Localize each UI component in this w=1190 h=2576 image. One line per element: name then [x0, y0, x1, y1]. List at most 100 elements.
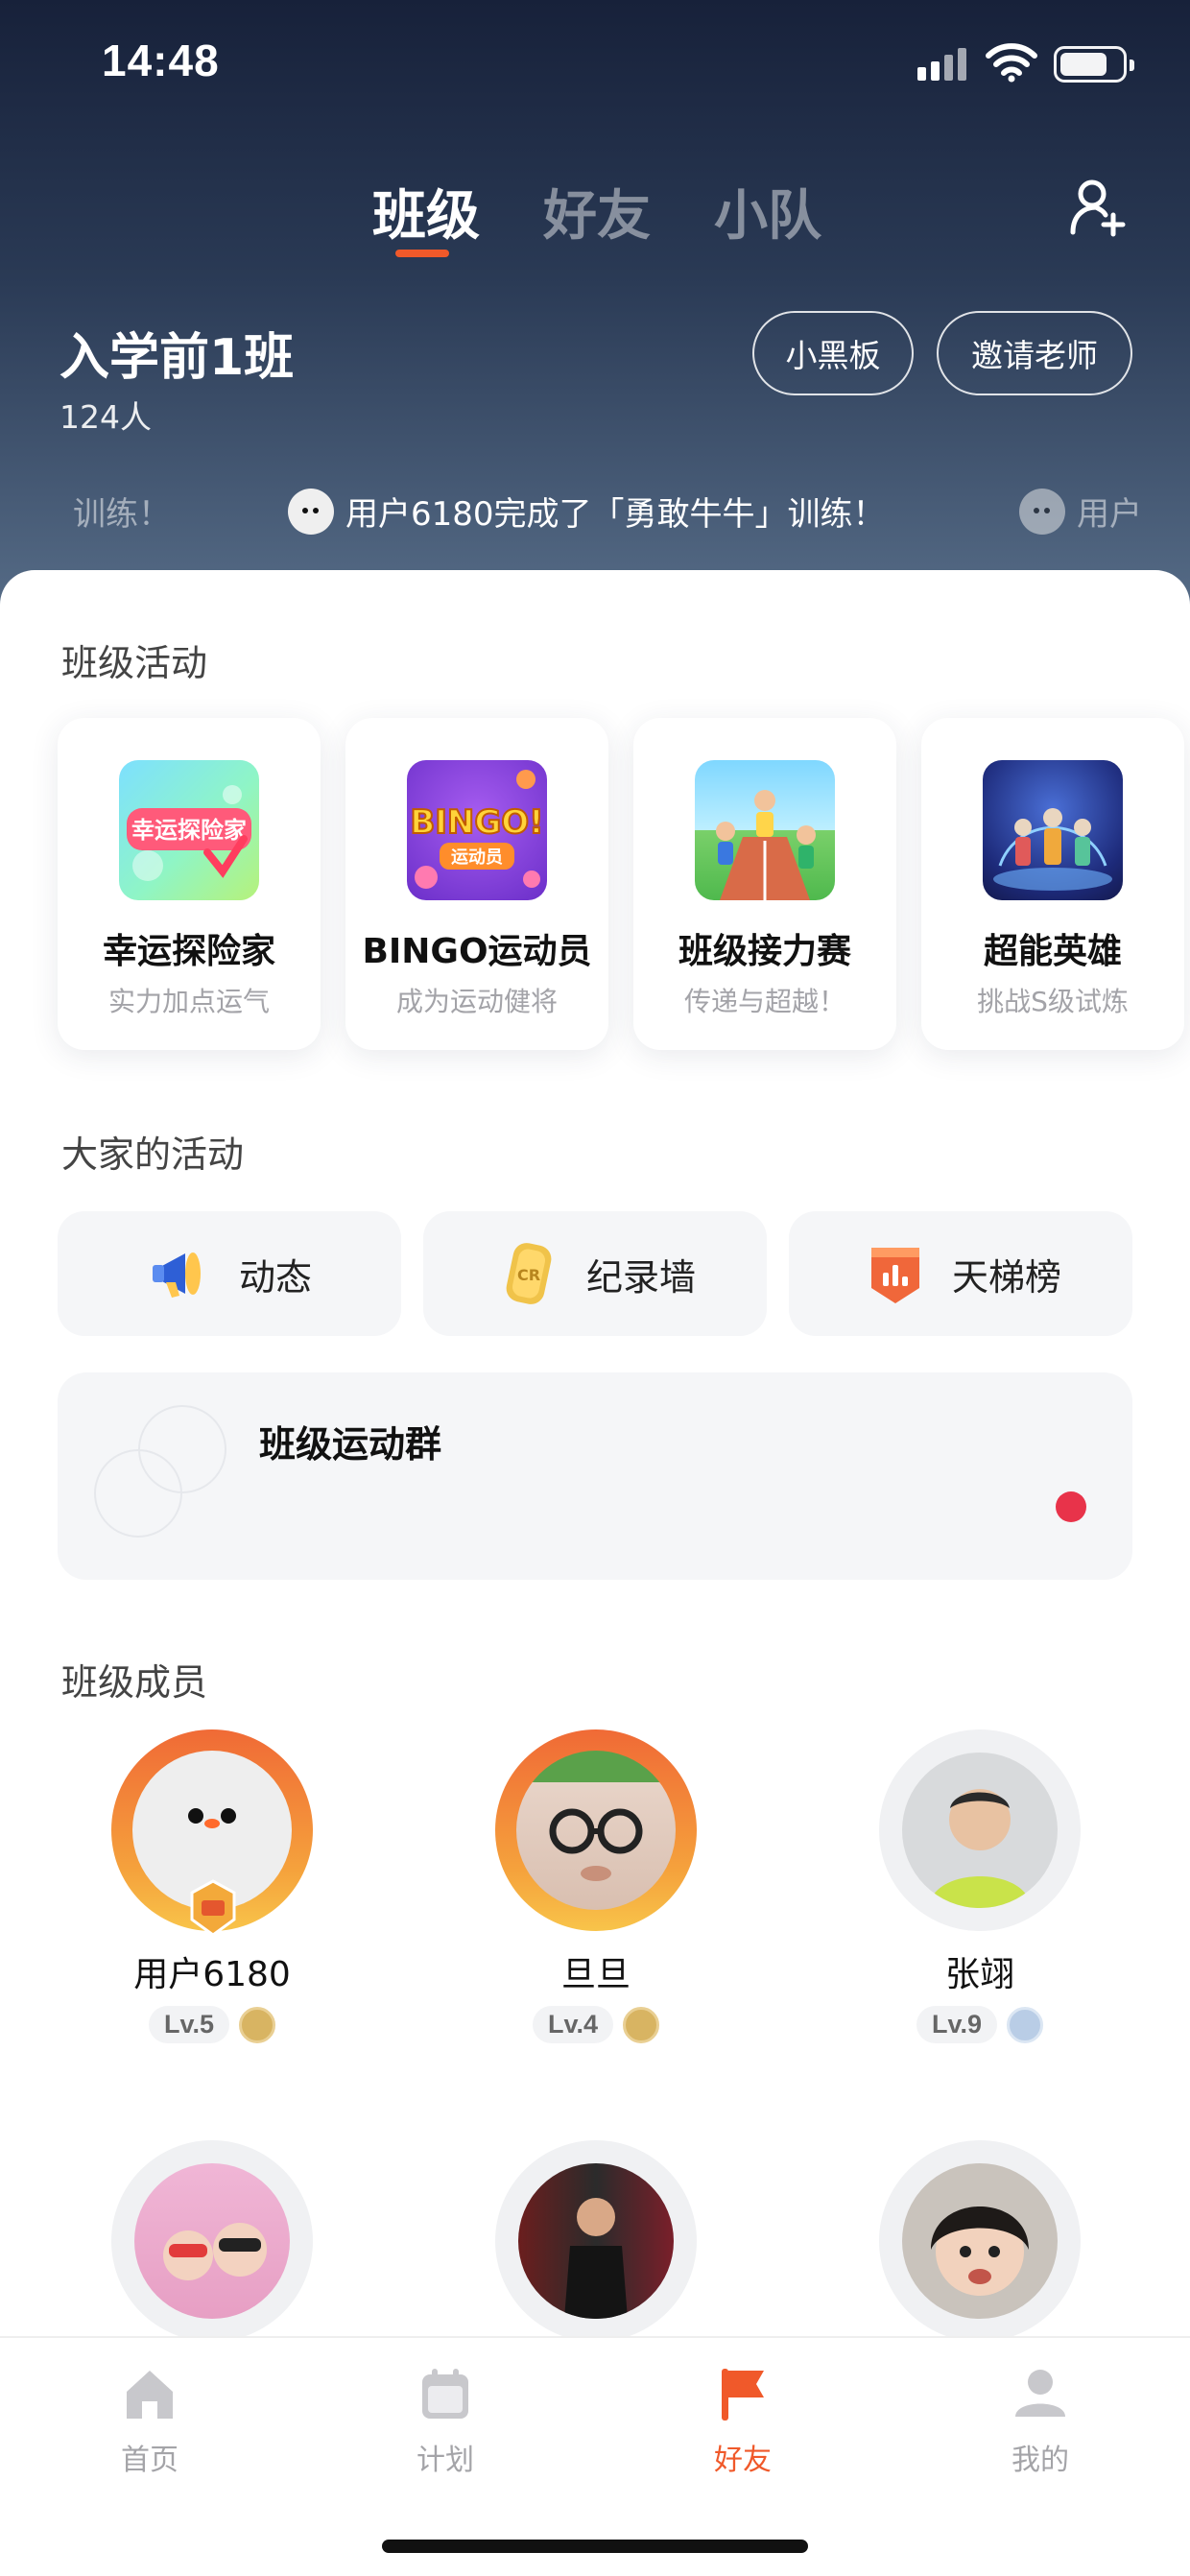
class-name: 入学前1班 [60, 329, 295, 387]
ticker-item: 用户6180完成了「勇敢牛牛」训练！ [288, 488, 886, 535]
svg-text:幸运探险家: 幸运探险家 [131, 817, 247, 844]
svg-text:运动员: 运动员 [451, 847, 503, 868]
member-card[interactable]: 旦旦 Lv.4 [449, 1729, 737, 2075]
add-friend-icon[interactable] [1067, 177, 1129, 238]
home-indicator [382, 2540, 808, 2553]
avatar-ring [879, 2140, 1081, 2342]
tab-label: 好友 [714, 2444, 772, 2477]
level-badge: Lv.4 [532, 2006, 614, 2043]
class-sport-group-card[interactable]: 班级运动群 [58, 1372, 1132, 1580]
feed-button[interactable]: 动态 [58, 1211, 401, 1336]
activity-subtitle: 实力加点运气 [107, 986, 270, 1017]
tab-home[interactable]: 首页 [73, 2363, 226, 2478]
svg-text:CR: CR [517, 1266, 540, 1284]
avatar [134, 2163, 290, 2319]
ticker-avatar [1019, 488, 1065, 535]
tab-class[interactable]: 班级 [372, 173, 480, 250]
avatar [902, 2163, 1058, 2319]
active-tab-indicator [395, 250, 449, 257]
tab-label: 我的 [1012, 2444, 1069, 2477]
activity-card-lucky-explorer[interactable]: 幸运探险家 幸运探险家 实力加点运气 [58, 718, 321, 1050]
ladder-banner-icon [870, 1248, 919, 1303]
tab-me[interactable]: 我的 [964, 2363, 1117, 2478]
wifi-icon [986, 43, 1037, 83]
avatar-ring [111, 2140, 313, 2342]
record-wall-label: 纪录墙 [585, 1255, 696, 1299]
activity-subtitle: 传递与超越！ [683, 986, 845, 1017]
status-time: 14:48 [102, 36, 220, 85]
unread-dot [1056, 1491, 1086, 1522]
avatar [516, 1751, 676, 1910]
ladder-ranking-button[interactable]: 天梯榜 [789, 1211, 1132, 1336]
group-title: 班级运动群 [259, 1423, 442, 1466]
tab-friends[interactable]: 好友 [543, 173, 651, 250]
section-title-class-activities: 班级活动 [61, 642, 208, 684]
member-name: 旦旦 [560, 1955, 631, 1994]
member-name: 张翊 [944, 1955, 1014, 1994]
feed-label: 动态 [238, 1255, 312, 1299]
ticker-item-partial: 用户 [1019, 488, 1142, 535]
tab-friends-bottom[interactable]: 好友 [666, 2363, 820, 2478]
decor-circle [94, 1449, 182, 1538]
calendar-icon [422, 2369, 468, 2419]
gold-medal-icon [239, 2006, 276, 2043]
battery-icon [1054, 46, 1134, 83]
activity-subtitle: 挑战S级试炼 [977, 986, 1129, 1017]
level-badge: Lv.9 [916, 2006, 998, 2043]
ticker-avatar [288, 488, 334, 535]
record-wall-button[interactable]: CR 纪录墙 [423, 1211, 767, 1336]
member-card[interactable]: 张翊 Lv.9 [833, 1729, 1121, 2075]
activity-title: 超能英雄 [983, 932, 1122, 971]
cellular-signal-icon [917, 46, 969, 81]
blackboard-button[interactable]: 小黑板 [752, 311, 914, 395]
activity-title: 幸运探险家 [102, 932, 275, 971]
avatar-ring [879, 1729, 1081, 1931]
status-bar: 14:48 [0, 0, 1190, 125]
tab-label: 计划 [416, 2444, 474, 2477]
activity-title: BINGO运动员 [362, 932, 592, 971]
top-tab-bar: 班级 好友 小队 [0, 173, 1190, 269]
activity-card-bingo[interactable]: BINGO! 运动员 BINGO运动员 成为运动健将 [345, 718, 608, 1050]
activity-ticker: 训练！ 用户6180完成了「勇敢牛牛」训练！ 用户 [0, 480, 1190, 547]
level-badge: Lv.5 [148, 2006, 230, 2043]
tab-plan[interactable]: 计划 [369, 2363, 522, 2478]
ticker-text: 训练！ [73, 495, 171, 534]
class-member-count: 124人 [60, 398, 152, 436]
member-level-row: Lv.5 [65, 2006, 359, 2043]
member-level-row: Lv.9 [833, 2006, 1127, 2043]
avatar [902, 1753, 1058, 1908]
activity-card-relay-race[interactable]: 班级接力赛 传递与超越！ [633, 718, 896, 1050]
activity-title: 班级接力赛 [678, 932, 851, 971]
profile-icon [1015, 2370, 1065, 2417]
ticker-item-partial: 训练！ [73, 488, 171, 535]
flag-icon [722, 2369, 764, 2421]
tab-label: 首页 [121, 2444, 178, 2477]
ladder-ranking-label: 天梯榜 [951, 1255, 1061, 1299]
member-card[interactable] [65, 2140, 353, 2342]
lucky-explorer-icon: 幸运探险家 [119, 760, 259, 900]
invite-teacher-button[interactable]: 邀请老师 [937, 311, 1132, 395]
avatar-ring [495, 1729, 697, 1931]
megaphone-icon [152, 1252, 201, 1298]
relay-race-icon [695, 760, 835, 900]
tab-squad[interactable]: 小队 [714, 173, 821, 250]
member-name: 用户6180 [133, 1955, 291, 1994]
avatar-ring [495, 2140, 697, 2342]
silver-medal-icon [1007, 2006, 1044, 2043]
section-title-members: 班级成员 [61, 1661, 208, 1704]
activity-card-super-hero[interactable]: 超能英雄 挑战S级试炼 [921, 718, 1184, 1050]
home-icon [127, 2371, 173, 2419]
bingo-icon: BINGO! 运动员 [407, 760, 547, 900]
member-card[interactable] [833, 2140, 1121, 2342]
member-card[interactable] [449, 2140, 737, 2342]
svg-text:BINGO!: BINGO! [410, 803, 543, 842]
ticker-text: 用户 [1077, 495, 1142, 534]
super-hero-icon [983, 760, 1123, 900]
record-card-icon: CR [506, 1243, 552, 1304]
ticker-text: 用户6180完成了「勇敢牛牛」训练！ [345, 495, 886, 534]
avatar [518, 2163, 674, 2319]
gold-medal-icon [623, 2006, 660, 2043]
section-title-everyone-activities: 大家的活动 [61, 1133, 245, 1176]
activity-subtitle: 成为运动健将 [395, 986, 558, 1017]
member-level-row: Lv.4 [449, 2006, 743, 2043]
